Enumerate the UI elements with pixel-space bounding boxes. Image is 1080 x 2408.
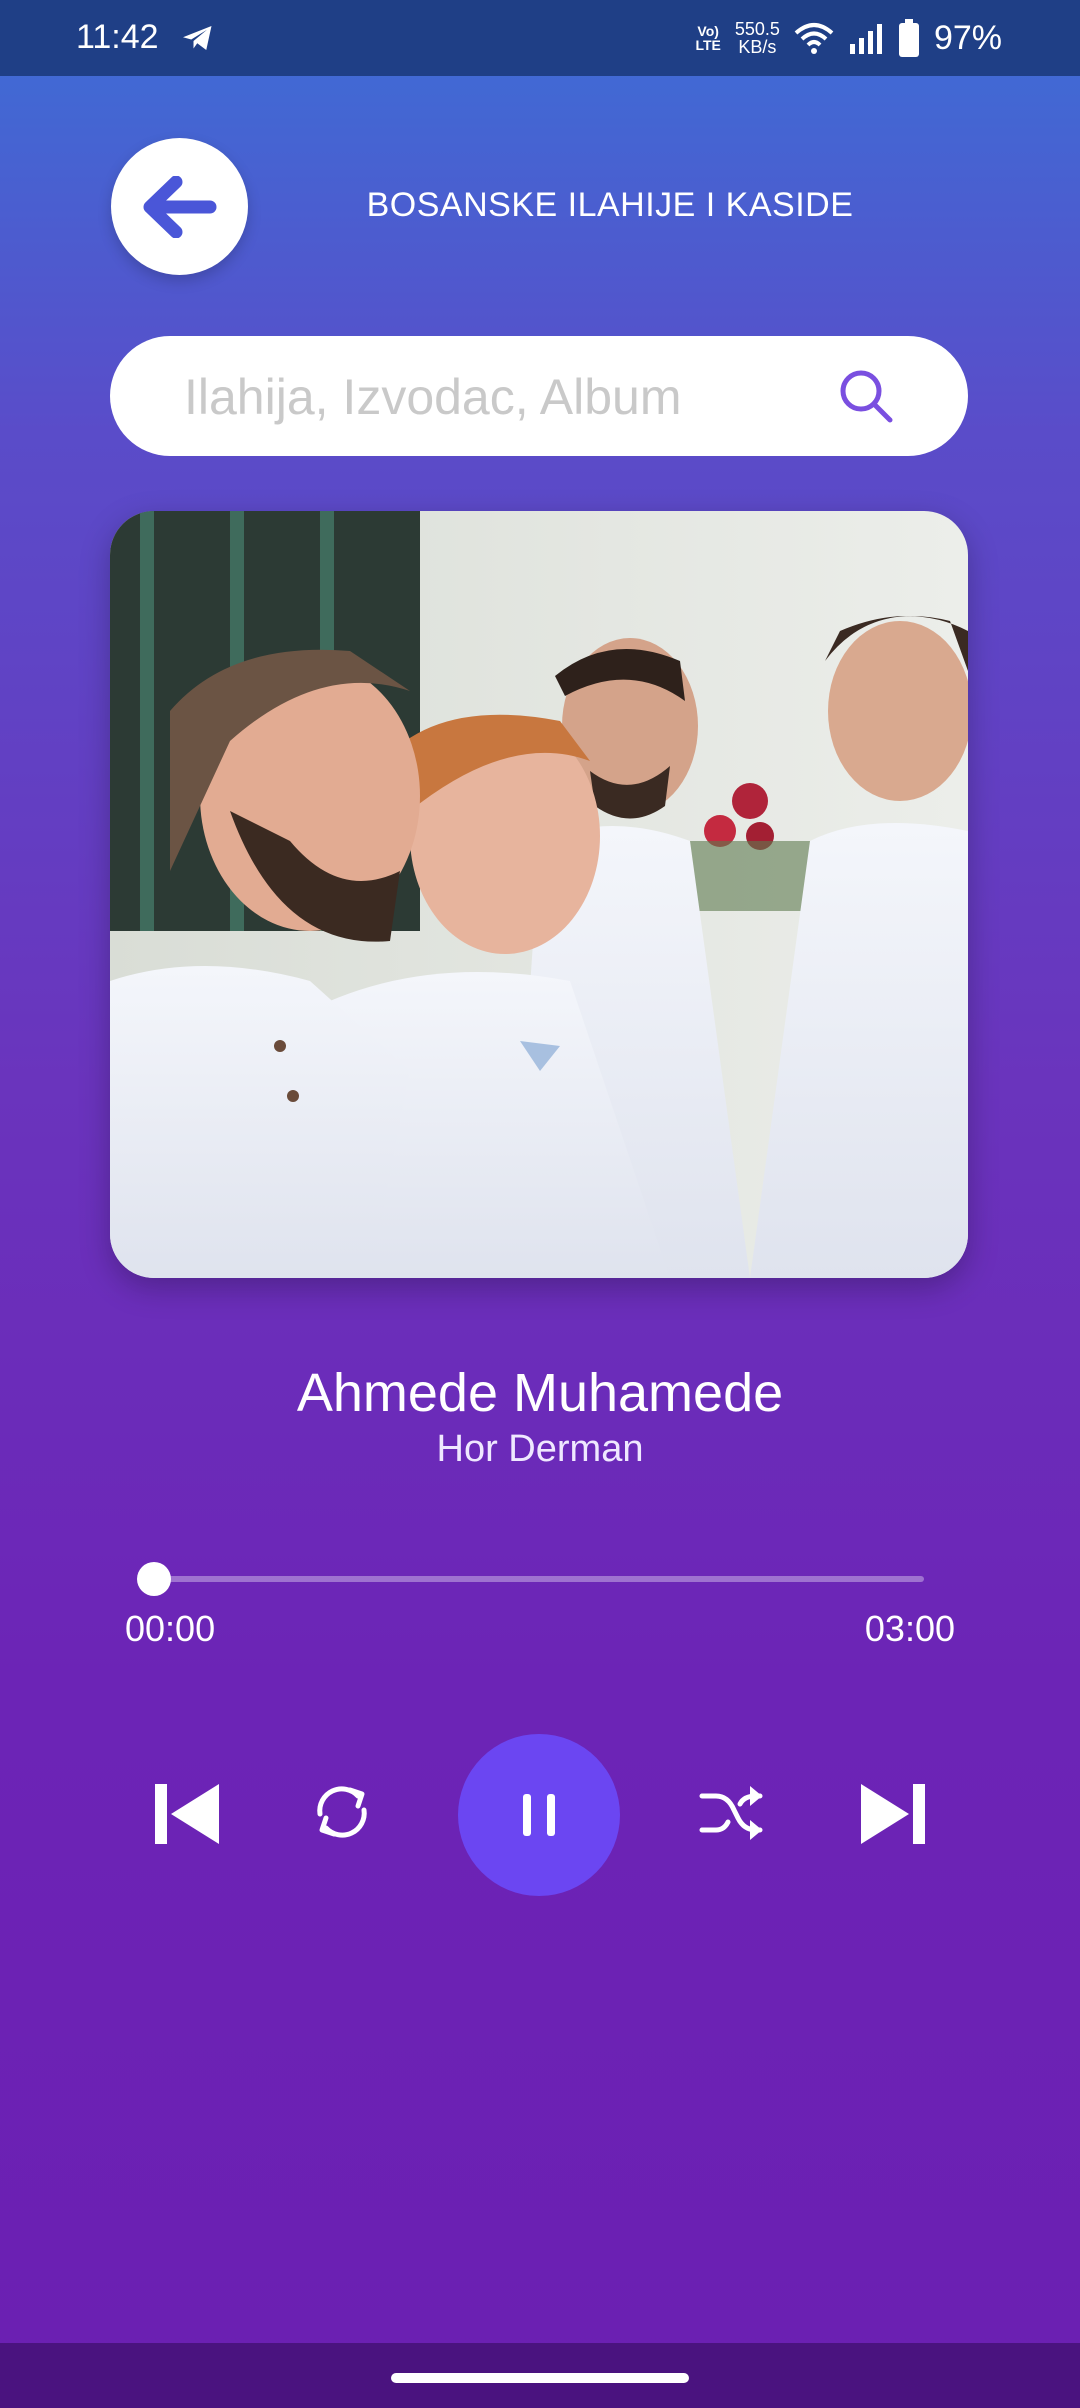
battery-percent: 97% [933,18,1002,57]
current-time: 00:00 [125,1608,216,1649]
battery-icon [898,19,919,57]
telegram-icon [183,26,212,50]
previous-button[interactable] [148,1778,226,1850]
status-bar: 11:42 Vo) LTE 550.5 KB/s 97% [0,0,1080,76]
arrow-left-icon [143,175,216,238]
album-art [110,511,968,1278]
status-icons: Vo) LTE 550.5 KB/s 97% [695,14,1002,62]
signal-icon [849,24,882,54]
shuffle-button[interactable] [696,1776,768,1848]
next-icon [861,1784,925,1844]
repeat-button[interactable] [306,1776,378,1848]
duration: 03:00 [864,1608,955,1649]
shuffle-icon [699,1786,763,1840]
back-button[interactable] [111,138,248,275]
wifi-icon [794,23,834,54]
network-speed: 550.5 KB/s [734,19,780,57]
page-title: BOSANSKE ILAHIJE I KASIDE [366,186,854,224]
song-title: Ahmede Muhamede [296,1363,784,1423]
status-time: 11:42 [76,18,159,56]
pause-icon [523,1794,555,1836]
pause-button[interactable] [458,1734,620,1896]
repeat-icon [317,1786,367,1838]
seek-thumb[interactable] [137,1562,171,1596]
search-bar[interactable] [110,336,968,456]
album-photo [110,511,968,1278]
search-icon[interactable] [836,366,896,426]
home-indicator[interactable] [391,2373,689,2383]
seek-bar[interactable] [137,1562,924,1596]
search-input[interactable] [182,358,806,436]
volte-icon: Vo) LTE [695,23,721,53]
song-artist: Hor Derman [436,1428,644,1470]
previous-icon [155,1784,219,1844]
next-button[interactable] [854,1778,932,1850]
